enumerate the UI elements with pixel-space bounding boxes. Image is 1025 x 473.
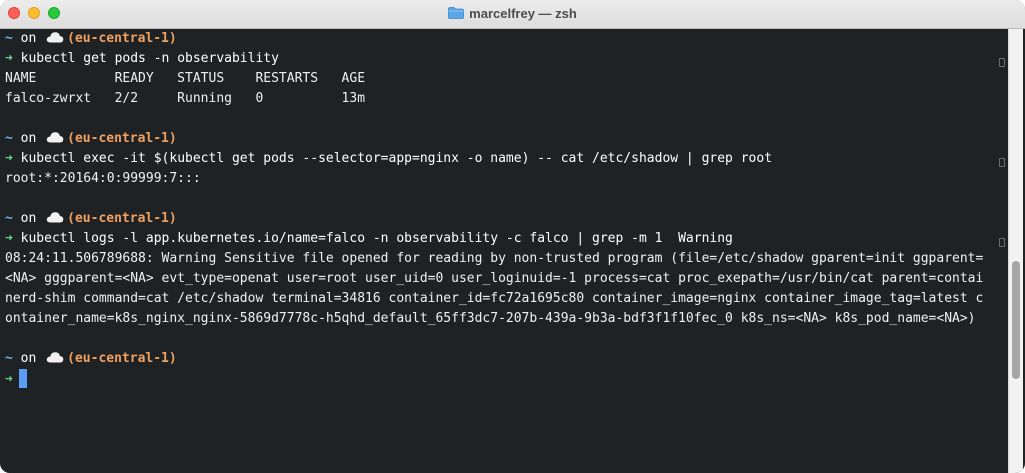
folder-icon bbox=[448, 7, 465, 19]
prompt-line: ~ on (eu-central-1) bbox=[5, 29, 1007, 49]
cloud-icon bbox=[46, 352, 64, 363]
command-text: kubectl get pods -n observability bbox=[20, 51, 279, 66]
command-mark-icon bbox=[999, 238, 1005, 247]
terminal-area[interactable]: ~ on (eu-central-1) ➜ kubectl get pods -n… bbox=[0, 29, 1025, 473]
terminal-window: marcelfrey — zsh ~ on (eu-central-1) ➜ ku… bbox=[0, 0, 1025, 473]
prompt-context: (eu-central-1) bbox=[67, 211, 177, 226]
prompt-arrow: ➜ bbox=[5, 51, 13, 66]
prompt-context: (eu-central-1) bbox=[67, 31, 177, 46]
output-line: ontainer_name=k8s_nginx_nginx-5869d7778c… bbox=[5, 311, 976, 326]
prompt-tilde: ~ bbox=[5, 211, 13, 226]
cloud-icon bbox=[46, 212, 64, 223]
title-bar[interactable]: marcelfrey — zsh bbox=[0, 0, 1025, 29]
command-line: ➜ kubectl logs -l app.kubernetes.io/name… bbox=[5, 229, 1007, 249]
prompt-line: ~ on (eu-central-1) bbox=[5, 349, 1007, 369]
output-line: NAME READY STATUS RESTARTS AGE bbox=[5, 71, 366, 86]
prompt-on: on bbox=[20, 131, 37, 146]
output-line: root:*:20164:0:99999:7::: bbox=[5, 171, 201, 186]
output-line: falco-zwrxt 2/2 Running 0 13m bbox=[5, 91, 366, 106]
command-mark-icon bbox=[999, 158, 1005, 167]
prompt-context: (eu-central-1) bbox=[67, 131, 177, 146]
prompt-arrow: ➜ bbox=[5, 372, 13, 387]
cloud-icon bbox=[46, 132, 64, 143]
text-cursor[interactable] bbox=[18, 369, 27, 388]
input-line[interactable]: ➜ bbox=[5, 369, 1007, 389]
prompt-arrow: ➜ bbox=[5, 231, 13, 246]
command-text: kubectl exec -it $(kubectl get pods --se… bbox=[20, 151, 773, 166]
prompt-context: (eu-central-1) bbox=[67, 351, 177, 366]
prompt-on: on bbox=[20, 211, 37, 226]
scrollbar-thumb[interactable] bbox=[1012, 261, 1020, 379]
prompt-line: ~ on (eu-central-1) bbox=[5, 209, 1007, 229]
output-line: 08:24:11.506789688: Warning Sensitive fi… bbox=[5, 251, 984, 266]
window-title: marcelfrey — zsh bbox=[469, 6, 577, 21]
output-line: nerd-shim command=cat /etc/shadow termin… bbox=[5, 291, 984, 306]
command-mark-icon bbox=[999, 58, 1005, 67]
prompt-arrow: ➜ bbox=[5, 151, 13, 166]
command-line: ➜ kubectl get pods -n observability bbox=[5, 49, 1007, 69]
command-line: ➜ kubectl exec -it $(kubectl get pods --… bbox=[5, 149, 1007, 169]
prompt-on: on bbox=[20, 31, 37, 46]
prompt-tilde: ~ bbox=[5, 131, 13, 146]
prompt-tilde: ~ bbox=[5, 351, 13, 366]
prompt-tilde: ~ bbox=[5, 31, 13, 46]
vertical-scrollbar[interactable] bbox=[1008, 29, 1023, 473]
prompt-on: on bbox=[20, 351, 37, 366]
terminal-output: ~ on (eu-central-1) ➜ kubectl get pods -n… bbox=[5, 29, 1007, 389]
prompt-line: ~ on (eu-central-1) bbox=[5, 129, 1007, 149]
cloud-icon bbox=[46, 32, 64, 43]
output-line: <NA> gggparent=<NA> evt_type=openat user… bbox=[5, 271, 984, 286]
command-text: kubectl logs -l app.kubernetes.io/name=f… bbox=[20, 231, 733, 246]
window-title-group: marcelfrey — zsh bbox=[0, 6, 1025, 21]
